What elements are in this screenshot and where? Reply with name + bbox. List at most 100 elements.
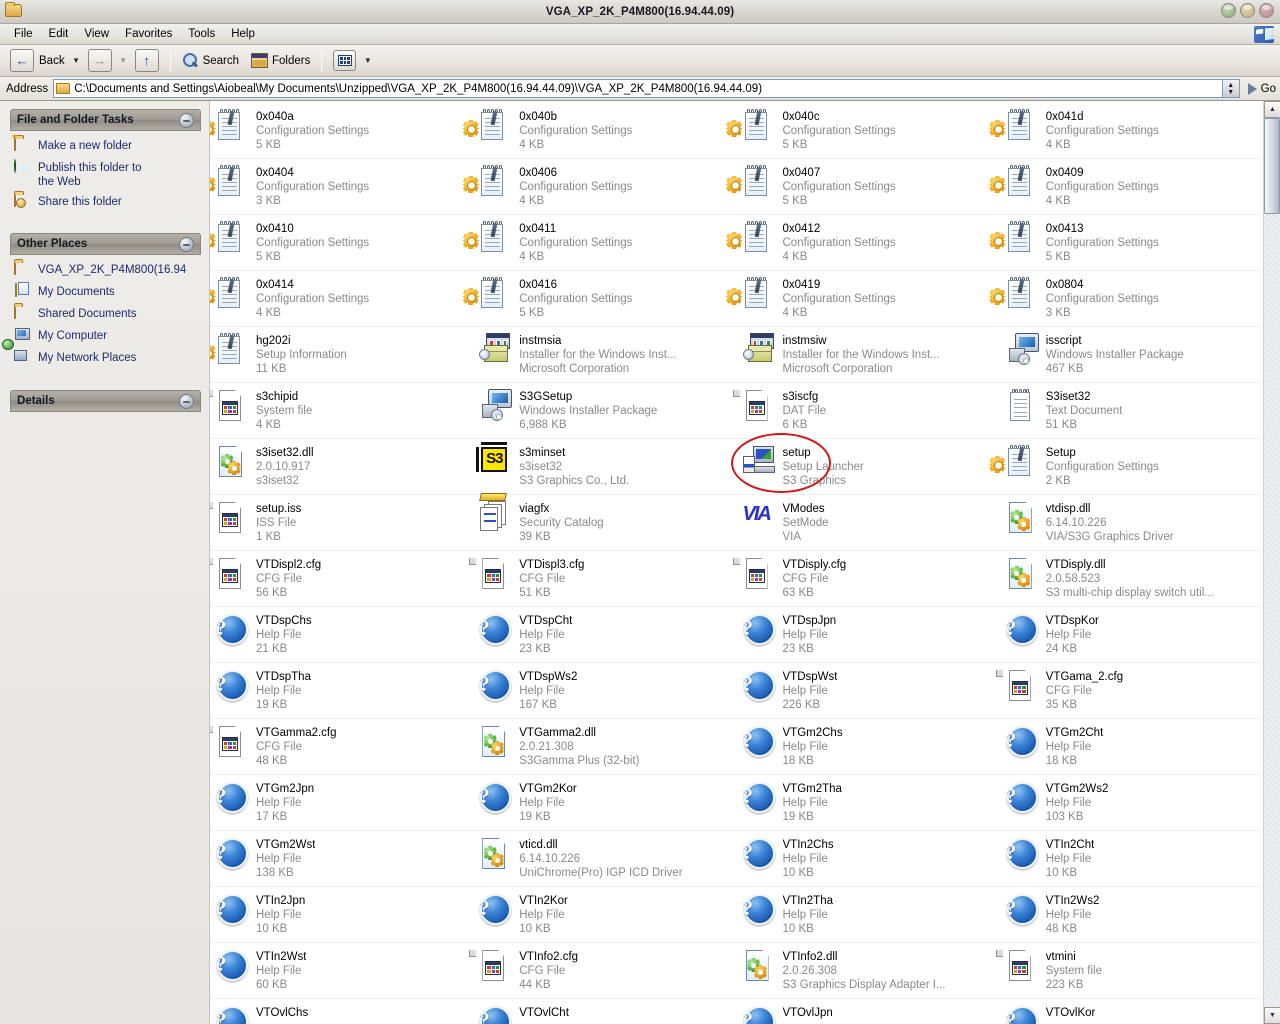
file-item-0x0412[interactable]: 0x0412 Configuration Settings 4 KB	[730, 215, 1000, 270]
file-item-vtdisply-cfg[interactable]: VTDisply.cfg CFG File 63 KB	[732, 551, 1000, 606]
scrollbar-track[interactable]	[1264, 118, 1280, 1007]
menu-item-favorites[interactable]: Favorites	[117, 26, 180, 42]
file-item-0x040b[interactable]: 0x040b Configuration Settings 4 KB	[467, 103, 736, 158]
file-item-s3iset32[interactable]: S3iset32 Text Document 51 KB	[1000, 383, 1263, 438]
back-button[interactable]: ← Back	[4, 48, 71, 74]
file-item-0x0407[interactable]: 0x0407 Configuration Settings 5 KB	[730, 159, 1000, 214]
file-item-0x040c[interactable]: 0x040c Configuration Settings 5 KB	[730, 103, 1000, 158]
panel-header-other-places[interactable]: Other Places	[10, 233, 201, 255]
file-item-vtgm2wst[interactable]: ? VTGm2Wst Help File 138 KB	[210, 831, 473, 886]
task-share-this-folder[interactable]: Share this folder	[14, 193, 199, 211]
file-item-vmodes[interactable]: VIA VModes SetMode VIA	[737, 495, 1000, 550]
file-item-setup[interactable]: Setup Configuration Settings 2 KB	[993, 439, 1263, 494]
file-item-setup[interactable]: setup Setup Launcher S3 Graphics	[737, 439, 1000, 494]
file-item-vtdspwst[interactable]: ? VTDspWst Help File 226 KB	[737, 663, 1000, 718]
file-item-vtgama-2-cfg[interactable]: VTGama_2.cfg CFG File 35 KB	[995, 663, 1263, 718]
file-item-vtovljpn[interactable]: ? VTOvlJpn	[737, 999, 1000, 1024]
file-item-0x0414[interactable]: 0x0414 Configuration Settings 4 KB	[210, 271, 473, 326]
file-item-vtdspjpn[interactable]: ? VTDspJpn Help File 23 KB	[737, 607, 1000, 662]
collapse-icon[interactable]	[179, 112, 194, 128]
file-item-vtgm2tha[interactable]: ? VTGm2Tha Help File 19 KB	[737, 775, 1000, 830]
file-item-s3chipid[interactable]: s3chipid System file 4 KB	[210, 383, 473, 438]
file-item-vtdispl3-cfg[interactable]: VTDispl3.cfg CFG File 51 KB	[469, 551, 736, 606]
file-item-vtdspchs[interactable]: ? VTDspChs Help File 21 KB	[210, 607, 473, 662]
file-item-vtgm2ws2[interactable]: ? VTGm2Ws2 Help File 103 KB	[1000, 775, 1263, 830]
scrollbar-thumb[interactable]	[1264, 118, 1280, 214]
file-item-vtin2jpn[interactable]: ? VTIn2Jpn Help File 10 KB	[210, 887, 473, 942]
file-item-0x0410[interactable]: 0x0410 Configuration Settings 5 KB	[210, 215, 473, 270]
file-item-0x0416[interactable]: 0x0416 Configuration Settings 5 KB	[467, 271, 736, 326]
panel-header-details[interactable]: Details	[10, 390, 201, 412]
file-item-0x0406[interactable]: 0x0406 Configuration Settings 4 KB	[467, 159, 736, 214]
collapse-icon[interactable]	[179, 236, 194, 252]
file-item-vtinfo2-cfg[interactable]: VTInfo2.cfg CFG File 44 KB	[469, 943, 736, 998]
task-publish-this-folder-to-the-web[interactable]: Publish this folder to the Web	[14, 159, 199, 189]
forward-history-chevron-down-icon[interactable]: ▼	[118, 48, 129, 74]
address-dropdown-button[interactable]: ▲ ▼	[1222, 79, 1240, 98]
file-item-vtgm2cht[interactable]: ? VTGm2Cht Help File 18 KB	[1000, 719, 1263, 774]
file-item-vtgm2chs[interactable]: ? VTGm2Chs Help File 18 KB	[737, 719, 1000, 774]
views-button[interactable]	[327, 48, 362, 74]
vertical-scrollbar[interactable]: ▲ ▼	[1263, 101, 1280, 1024]
file-item-vtin2wst[interactable]: ? VTIn2Wst Help File 60 KB	[210, 943, 473, 998]
file-item-0x0409[interactable]: 0x0409 Configuration Settings 4 KB	[993, 159, 1263, 214]
address-input[interactable]: C:\Documents and Settings\Aiobeal\My Doc…	[53, 79, 1223, 98]
back-history-chevron-down-icon[interactable]: ▼	[71, 48, 82, 74]
close-button[interactable]	[1259, 3, 1274, 18]
scroll-up-button[interactable]: ▲	[1264, 101, 1280, 118]
up-button[interactable]: ↑	[129, 48, 165, 74]
file-item-s3iset32-dll[interactable]: s3iset32.dll 2.0.10.917 s3iset32	[210, 439, 473, 494]
file-item-vtinfo2-dll[interactable]: VTInfo2.dll 2.0.26.308 S3 Graphics Display…	[737, 943, 1000, 998]
file-item-isscript[interactable]: isscript Windows Installer Package 467 KB	[1000, 327, 1263, 382]
file-item-vtgamma2-dll[interactable]: VTGamma2.dll 2.0.21.308 S3Gamma Plus (32-b…	[473, 719, 736, 774]
file-item-0x040a[interactable]: 0x040a Configuration Settings 5 KB	[210, 103, 473, 158]
scroll-down-button[interactable]: ▼	[1264, 1007, 1280, 1024]
maximize-button[interactable]	[1240, 3, 1255, 18]
file-item-setup-iss[interactable]: setup.iss ISS File 1 KB	[210, 495, 473, 550]
file-item-vtgm2jpn[interactable]: ? VTGm2Jpn Help File 17 KB	[210, 775, 473, 830]
file-item-hg202i[interactable]: hg202i Setup Information 11 KB	[210, 327, 473, 382]
file-item-0x0804[interactable]: 0x0804 Configuration Settings 3 KB	[993, 271, 1263, 326]
file-item-vtdspcht[interactable]: ? VTDspCht Help File 23 KB	[473, 607, 736, 662]
place-my-computer[interactable]: My Computer	[14, 328, 199, 344]
file-item-vtovlcht[interactable]: ? VTOvlCht	[473, 999, 736, 1024]
task-make-a-new-folder[interactable]: Make a new folder	[14, 137, 199, 155]
file-item-vticd-dll[interactable]: vticd.dll 6.14.10.226 UniChrome(Pro) IGP I…	[473, 831, 736, 886]
place-vga-folder[interactable]: VGA_XP_2K_P4M800(16.94	[14, 261, 199, 278]
menu-item-file[interactable]: File	[6, 26, 41, 42]
file-item-0x0411[interactable]: 0x0411 Configuration Settings 4 KB	[467, 215, 736, 270]
file-item-s3iscfg[interactable]: s3iscfg DAT File 6 KB	[732, 383, 1000, 438]
file-item-0x0419[interactable]: 0x0419 Configuration Settings 4 KB	[730, 271, 1000, 326]
file-item-vtdspws2[interactable]: ? VTDspWs2 Help File 167 KB	[473, 663, 736, 718]
views-chevron-down-icon[interactable]: ▼	[362, 48, 373, 74]
file-item-vtgm2kor[interactable]: ? VTGm2Kor Help File 19 KB	[473, 775, 736, 830]
forward-button[interactable]: →	[82, 48, 118, 74]
collapse-icon[interactable]	[179, 393, 194, 409]
file-item-vtgamma2-cfg[interactable]: VTGamma2.cfg CFG File 48 KB	[210, 719, 473, 774]
menu-item-view[interactable]: View	[76, 26, 117, 42]
file-item-instmsiw[interactable]: instmsiw Installer for the Windows Inst..…	[737, 327, 1000, 382]
file-item-vtmini[interactable]: vtmini System file 223 KB	[995, 943, 1263, 998]
place-my-network-places[interactable]: My Network Places	[14, 350, 199, 366]
go-button[interactable]: Go	[1247, 82, 1276, 95]
file-item-0x041d[interactable]: 0x041d Configuration Settings 4 KB	[993, 103, 1263, 158]
file-item-vtin2cht[interactable]: ? VTIn2Cht Help File 10 KB	[1000, 831, 1263, 886]
place-my-documents[interactable]: My Documents	[14, 283, 199, 300]
file-item-vtin2chs[interactable]: ? VTIn2Chs Help File 10 KB	[737, 831, 1000, 886]
menu-item-edit[interactable]: Edit	[41, 26, 77, 42]
file-item-instmsia[interactable]: instmsia Installer for the Windows Inst..…	[473, 327, 736, 382]
file-item-vtdisply-dll[interactable]: VTDisply.dll 2.0.58.523 S3 multi-chip disp…	[1000, 551, 1263, 606]
file-item-viagfx[interactable]: viagfx Security Catalog 39 KB	[473, 493, 736, 550]
file-item-vtin2ws2[interactable]: ? VTIn2Ws2 Help File 48 KB	[1000, 887, 1263, 942]
file-item-vtovlchs[interactable]: ? VTOvlChs	[210, 999, 473, 1024]
file-item-0x0413[interactable]: 0x0413 Configuration Settings 5 KB	[993, 215, 1263, 270]
minimize-button[interactable]	[1221, 3, 1236, 18]
menu-item-tools[interactable]: Tools	[180, 26, 223, 42]
file-item-vtdsptha[interactable]: ? VTDspTha Help File 19 KB	[210, 663, 473, 718]
folders-button[interactable]: Folders	[245, 48, 316, 74]
place-shared-documents[interactable]: Shared Documents	[14, 305, 199, 322]
file-item-vtdspkor[interactable]: ? VTDspKor Help File 24 KB	[1000, 607, 1263, 662]
file-item-vtin2tha[interactable]: ? VTIn2Tha Help File 10 KB	[737, 887, 1000, 942]
file-item-vtin2kor[interactable]: ? VTIn2Kor Help File 10 KB	[473, 887, 736, 942]
search-button[interactable]: Search	[176, 48, 245, 74]
